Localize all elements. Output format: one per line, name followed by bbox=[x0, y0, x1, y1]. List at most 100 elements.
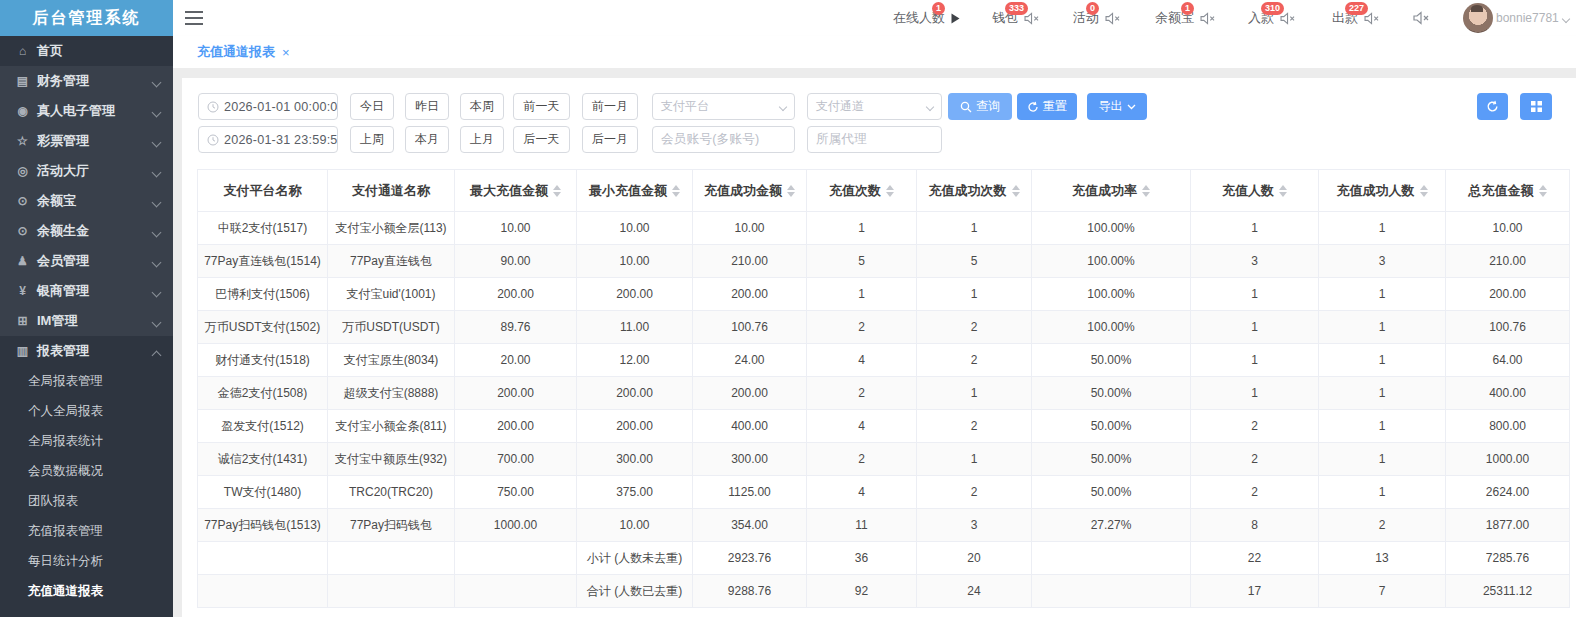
sidebar-item-report[interactable]: ▥报表管理 bbox=[0, 336, 173, 366]
column-header: 支付通道名称 bbox=[328, 170, 455, 212]
user-name[interactable]: bonnie7781 bbox=[1496, 0, 1559, 36]
sidebar-item-member[interactable]: ♟会员管理 bbox=[0, 246, 173, 276]
quick-range-button-昨日[interactable]: 昨日 bbox=[405, 93, 449, 120]
sidebar-subitem-会员数据概况[interactable]: 会员数据概况 bbox=[0, 456, 173, 486]
date-end-input[interactable]: 2026-01-31 23:59:59 bbox=[198, 126, 338, 153]
tab-recharge-channel-report[interactable]: 充值通道报表 × bbox=[197, 36, 290, 68]
quick-range-button-今日[interactable]: 今日 bbox=[350, 93, 394, 120]
table-cell: 89.76 bbox=[455, 311, 577, 344]
search-button[interactable]: 查询 bbox=[948, 93, 1012, 120]
tab-close-icon[interactable]: × bbox=[282, 45, 290, 60]
quick-range-button-前一月[interactable]: 前一月 bbox=[582, 93, 638, 120]
sidebar-subitem-充值报表管理[interactable]: 充值报表管理 bbox=[0, 516, 173, 546]
chevron-down-icon bbox=[152, 108, 162, 118]
member-account-input[interactable]: 会员账号(多账号) bbox=[652, 126, 795, 153]
platform-select[interactable]: 支付平台 bbox=[652, 93, 795, 120]
finance-icon: ▤ bbox=[15, 74, 30, 88]
table-cell: 巴博利支付(1506) bbox=[198, 278, 328, 311]
agent-input[interactable]: 所属代理 bbox=[807, 126, 942, 153]
merchant-icon: ¥ bbox=[15, 284, 30, 298]
table-cell: 2624.00 bbox=[1446, 476, 1570, 509]
column-header[interactable]: 最大充值金额 bbox=[455, 170, 577, 212]
stat-badge: 227 bbox=[1345, 2, 1368, 15]
quick-range-button-本周[interactable]: 本周 bbox=[460, 93, 504, 120]
sort-icons[interactable] bbox=[1539, 185, 1547, 197]
column-header[interactable]: 充值次数 bbox=[807, 170, 917, 212]
sidebar-item-lottery[interactable]: ☆彩票管理 bbox=[0, 126, 173, 156]
speaker-muted-icon[interactable] bbox=[1280, 12, 1296, 25]
menu-toggle-icon[interactable] bbox=[185, 11, 203, 25]
sidebar-item-yuesheng[interactable]: ⊙余额生金 bbox=[0, 216, 173, 246]
play-icon[interactable] bbox=[951, 13, 960, 24]
table-cell: 400.00 bbox=[693, 410, 807, 443]
sidebar-item-live[interactable]: ◉真人电子管理 bbox=[0, 96, 173, 126]
sort-icons[interactable] bbox=[1279, 185, 1287, 197]
column-header[interactable]: 充值成功金额 bbox=[693, 170, 807, 212]
sidebar-subitem-团队报表[interactable]: 团队报表 bbox=[0, 486, 173, 516]
quick-range-button-上月[interactable]: 上月 bbox=[460, 126, 504, 153]
table-cell: 2 bbox=[807, 377, 917, 410]
table-cell: 1000.00 bbox=[455, 509, 577, 542]
reset-button[interactable]: 重置 bbox=[1017, 93, 1077, 120]
sort-icons[interactable] bbox=[886, 185, 894, 197]
date-start-input[interactable]: 2026-01-01 00:00:00 bbox=[198, 93, 338, 120]
table-cell: 2923.76 bbox=[693, 542, 807, 575]
sort-icons[interactable] bbox=[787, 185, 795, 197]
sort-icons[interactable] bbox=[1420, 185, 1428, 197]
sort-icons[interactable] bbox=[553, 185, 561, 197]
refresh-icon bbox=[1486, 100, 1499, 113]
column-header[interactable]: 总充值金额 bbox=[1446, 170, 1570, 212]
table-cell: 22 bbox=[1191, 542, 1319, 575]
sidebar-subitem-个人全局报表[interactable]: 个人全局报表 bbox=[0, 396, 173, 426]
table-cell: 4 bbox=[807, 476, 917, 509]
topbar: 在线人数1钱包333活动0余额宝1入款310出款227 bonnie7781 bbox=[173, 0, 1576, 36]
stat-钱包: 钱包333 bbox=[992, 0, 1040, 36]
user-menu-chevron-icon[interactable] bbox=[1562, 15, 1570, 23]
column-header: 支付平台名称 bbox=[198, 170, 328, 212]
sort-icons[interactable] bbox=[672, 185, 680, 197]
channel-select[interactable]: 支付通道 bbox=[807, 93, 942, 120]
column-header[interactable]: 充值成功人数 bbox=[1319, 170, 1446, 212]
column-header[interactable]: 充值成功率 bbox=[1032, 170, 1191, 212]
stat-badge: 333 bbox=[1005, 2, 1028, 15]
quick-range-button-后一天[interactable]: 后一天 bbox=[513, 126, 570, 153]
column-header[interactable]: 充值人数 bbox=[1191, 170, 1319, 212]
speaker-muted-icon[interactable] bbox=[1200, 12, 1216, 25]
sidebar-item-finance[interactable]: ▤ 财务管理 bbox=[0, 66, 173, 96]
speaker-muted-icon[interactable] bbox=[1024, 12, 1040, 25]
sort-icons[interactable] bbox=[1142, 185, 1150, 197]
table-cell: 1000.00 bbox=[1446, 443, 1570, 476]
sidebar-item-activity[interactable]: ◎活动大厅 bbox=[0, 156, 173, 186]
sidebar-item-im[interactable]: ⊞IM管理 bbox=[0, 306, 173, 336]
table-cell: 1 bbox=[1191, 377, 1319, 410]
sort-icons[interactable] bbox=[1012, 185, 1020, 197]
quick-range-button-本月[interactable]: 本月 bbox=[405, 126, 449, 153]
sidebar-item-home[interactable]: ⌂首页 bbox=[0, 36, 173, 66]
quick-range-button-前一天[interactable]: 前一天 bbox=[513, 93, 570, 120]
table-cell: 10.00 bbox=[577, 212, 693, 245]
chevron-down-icon bbox=[152, 288, 162, 298]
export-button[interactable]: 导出 bbox=[1087, 93, 1147, 120]
mute-all-icon[interactable] bbox=[1413, 11, 1430, 25]
lottery-icon: ☆ bbox=[15, 134, 30, 148]
speaker-muted-icon[interactable] bbox=[1364, 12, 1380, 25]
quick-range-button-上周[interactable]: 上周 bbox=[350, 126, 394, 153]
table-cell: 2 bbox=[807, 311, 917, 344]
sidebar-item-yuebao[interactable]: ⊙余额宝 bbox=[0, 186, 173, 216]
sidebar-subitem-全局报表统计[interactable]: 全局报表统计 bbox=[0, 426, 173, 456]
user-avatar[interactable] bbox=[1463, 3, 1493, 33]
table-cell: 12.00 bbox=[577, 344, 693, 377]
sidebar-subitem-每日统计分析[interactable]: 每日统计分析 bbox=[0, 546, 173, 576]
chevron-down-icon bbox=[152, 78, 162, 88]
sidebar-subitem-充值通道报表[interactable]: 充值通道报表 bbox=[0, 576, 173, 606]
quick-range-button-后一月[interactable]: 后一月 bbox=[582, 126, 638, 153]
export-button-label: 导出 bbox=[1099, 98, 1123, 115]
column-header[interactable]: 最小充值金额 bbox=[577, 170, 693, 212]
sidebar-subitem-全局报表管理[interactable]: 全局报表管理 bbox=[0, 366, 173, 396]
column-header[interactable]: 充值成功次数 bbox=[917, 170, 1032, 212]
column-settings-button[interactable] bbox=[1520, 93, 1552, 120]
sidebar-item-label: 财务管理 bbox=[37, 72, 89, 90]
speaker-muted-icon[interactable] bbox=[1105, 12, 1121, 25]
sidebar-item-merchant[interactable]: ¥银商管理 bbox=[0, 276, 173, 306]
refresh-table-button[interactable] bbox=[1477, 93, 1508, 120]
